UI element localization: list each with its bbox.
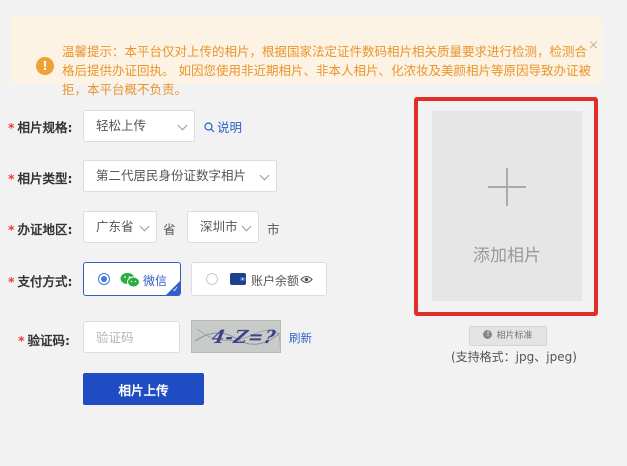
chevron-down-icon: [241, 221, 252, 232]
notice-banner: ! 温馨提示：本平台仅对上传的相片，根据国家法定证件数码相片相关质量要求进行检测…: [10, 16, 602, 97]
required-mark: *: [18, 333, 25, 348]
notice-text: 温馨提示：本平台仅对上传的相片，根据国家法定证件数码相片相关质量要求进行检测，检…: [62, 44, 591, 97]
wechat-icon: [120, 273, 140, 288]
chevron-down-icon: [139, 221, 150, 232]
payment-label: * 支付方式:: [8, 271, 73, 290]
captcha-input[interactable]: [83, 321, 180, 353]
city-select-value: 深圳市: [200, 219, 238, 234]
required-mark: *: [8, 120, 15, 135]
payment-option-balance-label: 账户余额: [251, 274, 300, 288]
add-photo-area[interactable]: 添加相片: [432, 111, 582, 301]
spec-select-value: 轻松上传: [96, 118, 147, 133]
city-select[interactable]: 深圳市: [187, 211, 259, 243]
payment-option-wechat[interactable]: 微信 ✓: [83, 262, 181, 296]
search-icon: [204, 122, 215, 133]
spec-help-link-text: 说明: [217, 120, 243, 135]
supported-formats-text: (支持格式：jpg、jpeg): [451, 350, 577, 364]
required-mark: *: [8, 222, 15, 237]
upload-photo-button[interactable]: 相片上传: [83, 373, 204, 405]
plus-icon-vertical: [506, 168, 508, 206]
wallet-icon: [230, 273, 246, 285]
warning-icon: !: [36, 57, 54, 75]
check-icon: ✓: [172, 285, 179, 294]
type-label-text: 相片类型:: [17, 171, 73, 186]
type-select-value: 第二代居民身份证数字相片: [96, 168, 247, 183]
radio-unselected-icon: [206, 273, 218, 285]
captcha-refresh-link[interactable]: 刷新: [289, 330, 312, 346]
city-suffix: 市: [267, 222, 280, 237]
eye-icon[interactable]: [300, 275, 313, 284]
type-select[interactable]: 第二代居民身份证数字相片: [83, 160, 277, 192]
payment-option-balance[interactable]: 账户余额: [191, 262, 327, 296]
info-icon: !: [483, 330, 493, 339]
spec-select[interactable]: 轻松上传: [83, 110, 195, 142]
captcha-label-text: 验证码:: [27, 333, 71, 348]
captcha-image[interactable]: 4-Z=?: [191, 320, 281, 353]
province-select-value: 广东省: [96, 219, 134, 234]
region-label-text: 办证地区:: [17, 222, 73, 237]
add-photo-label: 添加相片: [473, 246, 541, 266]
photo-standard-button[interactable]: ! 相片标准: [469, 326, 547, 346]
photo-upload-highlight: 添加相片: [414, 97, 598, 316]
payment-label-text: 支付方式:: [17, 274, 73, 289]
captcha-text: 4-Z=?: [209, 327, 278, 348]
required-mark: *: [8, 171, 15, 186]
province-suffix: 省: [163, 222, 176, 237]
radio-selected-icon: [98, 273, 110, 285]
spec-help-link[interactable]: 说明: [204, 117, 242, 136]
payment-option-wechat-label: 微信: [143, 274, 168, 288]
region-label: * 办证地区:: [8, 219, 73, 238]
photo-standard-label: 相片标准: [496, 331, 533, 341]
chevron-down-icon: [259, 170, 270, 181]
required-mark: *: [8, 274, 15, 289]
spec-label: * 相片规格:: [8, 117, 73, 136]
chevron-down-icon: [177, 120, 188, 131]
spec-label-text: 相片规格:: [17, 120, 73, 135]
type-label: * 相片类型:: [8, 168, 73, 187]
province-select[interactable]: 广东省: [83, 211, 157, 243]
captcha-label: * 验证码:: [18, 330, 70, 349]
close-icon[interactable]: ×: [588, 38, 599, 53]
